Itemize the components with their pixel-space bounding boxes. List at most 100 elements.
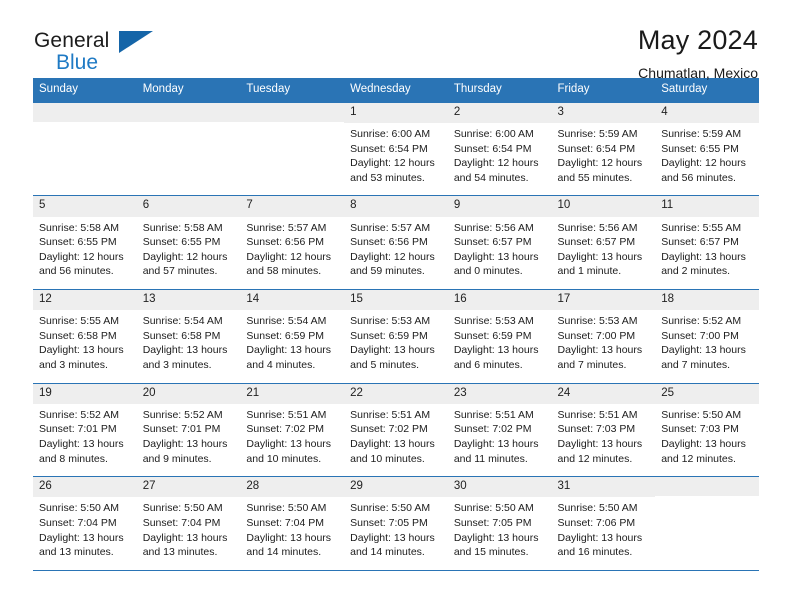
day-details: Sunrise: 5:50 AM Sunset: 7:04 PM Daylight:… (240, 497, 344, 569)
sunrise-text: Sunrise: 5:52 AM (661, 315, 742, 328)
day-details: Sunrise: 5:55 AM Sunset: 6:57 PM Daylight:… (655, 217, 759, 289)
day-details: Sunrise: 5:53 AM Sunset: 7:00 PM Daylight:… (552, 310, 656, 382)
day-cell[interactable]: 2 Sunrise: 6:00 AM Sunset: 6:54 PM Daylight… (447, 102, 552, 197)
sunrise-text: Sunrise: 5:59 AM (557, 128, 638, 141)
day-cell[interactable]: 17 Sunrise: 5:53 AM Sunset: 7:00 PM Dayligh… (551, 289, 656, 384)
day-cell[interactable] (136, 102, 241, 197)
day-number: 2 (447, 102, 552, 124)
day-cell[interactable]: 14 Sunrise: 5:54 AM Sunset: 6:59 PM Dayligh… (240, 289, 345, 384)
sunrise-text: Sunrise: 5:50 AM (142, 502, 223, 515)
day-cell[interactable]: 4 Sunrise: 5:59 AM Sunset: 6:55 PM Daylight… (655, 102, 759, 197)
day-cell[interactable]: 5 Sunrise: 5:58 AM Sunset: 6:55 PM Daylight… (33, 195, 137, 290)
day-details: Sunrise: 5:59 AM Sunset: 6:55 PM Daylight:… (655, 123, 759, 195)
daylight-text-line2: and 6 minutes. (453, 358, 523, 371)
daylight-text-line2: and 9 minutes. (142, 452, 212, 465)
sunset-text: Sunset: 7:04 PM (246, 516, 325, 529)
day-details (655, 496, 759, 558)
daylight-text-line2: and 12 minutes. (557, 452, 633, 465)
daylight-text-line2: and 7 minutes. (557, 358, 627, 371)
weekday-header-thursday: Thursday (447, 78, 552, 103)
day-number: 3 (551, 102, 656, 124)
day-cell[interactable]: 30 Sunrise: 5:50 AM Sunset: 7:05 PM Dayligh… (447, 476, 552, 571)
weekday-header-friday: Friday (551, 78, 656, 103)
day-cell[interactable]: 23 Sunrise: 5:51 AM Sunset: 7:02 PM Dayligh… (447, 383, 552, 478)
sunrise-text: Sunrise: 5:57 AM (246, 221, 327, 234)
sunrise-text: Sunrise: 5:55 AM (39, 315, 119, 328)
day-details: Sunrise: 5:51 AM Sunset: 7:02 PM Daylight:… (448, 404, 552, 476)
daylight-text-line1: Daylight: 13 hours (557, 250, 643, 263)
day-cell[interactable]: 19 Sunrise: 5:52 AM Sunset: 7:01 PM Dayligh… (33, 383, 137, 478)
day-cell[interactable]: 25 Sunrise: 5:50 AM Sunset: 7:03 PM Dayligh… (655, 383, 759, 478)
day-cell[interactable]: 29 Sunrise: 5:50 AM Sunset: 7:05 PM Dayligh… (344, 476, 448, 571)
day-cell[interactable]: 3 Sunrise: 5:59 AM Sunset: 6:54 PM Daylight… (551, 102, 656, 197)
sunset-text: Sunset: 6:58 PM (39, 329, 117, 342)
sunset-text: Sunset: 7:02 PM (453, 423, 532, 436)
daylight-text-line1: Daylight: 13 hours (246, 531, 332, 544)
day-cell[interactable]: 18 Sunrise: 5:52 AM Sunset: 7:00 PM Dayligh… (655, 289, 759, 384)
day-cell[interactable]: 9 Sunrise: 5:56 AM Sunset: 6:57 PM Daylight… (447, 195, 552, 290)
day-cell[interactable] (655, 476, 759, 571)
sunrise-text: Sunrise: 5:53 AM (350, 315, 431, 328)
sunset-text: Sunset: 7:02 PM (350, 423, 428, 436)
day-cell[interactable]: 12 Sunrise: 5:55 AM Sunset: 6:58 PM Dayligh… (33, 289, 137, 384)
day-number: 22 (344, 383, 448, 404)
day-cell[interactable]: 22 Sunrise: 5:51 AM Sunset: 7:02 PM Dayligh… (344, 383, 448, 478)
day-cell[interactable]: 10 Sunrise: 5:56 AM Sunset: 6:57 PM Dayligh… (551, 195, 656, 290)
day-cell[interactable] (240, 102, 345, 197)
day-details: Sunrise: 5:50 AM Sunset: 7:03 PM Daylight:… (655, 404, 759, 476)
sunrise-text: Sunrise: 5:52 AM (142, 408, 223, 421)
day-cell[interactable]: 13 Sunrise: 5:54 AM Sunset: 6:58 PM Dayligh… (136, 289, 241, 384)
day-details: Sunrise: 5:50 AM Sunset: 7:05 PM Daylight:… (344, 497, 448, 569)
sunrise-text: Sunrise: 5:52 AM (39, 408, 119, 421)
day-details: Sunrise: 5:54 AM Sunset: 6:58 PM Daylight:… (137, 310, 241, 382)
day-cell[interactable]: 16 Sunrise: 5:53 AM Sunset: 6:59 PM Dayligh… (447, 289, 552, 384)
logo-triangle-icon (119, 31, 153, 53)
day-cell[interactable]: 11 Sunrise: 5:55 AM Sunset: 6:57 PM Dayligh… (655, 195, 759, 290)
day-number: 30 (447, 477, 552, 498)
day-cell[interactable] (33, 102, 137, 197)
daylight-text-line1: Daylight: 13 hours (39, 344, 124, 357)
day-cell[interactable]: 15 Sunrise: 5:53 AM Sunset: 6:59 PM Dayligh… (344, 289, 448, 384)
day-cell[interactable]: 28 Sunrise: 5:50 AM Sunset: 7:04 PM Dayligh… (240, 476, 345, 571)
daylight-text-line1: Daylight: 13 hours (453, 437, 539, 450)
sunset-text: Sunset: 6:59 PM (350, 329, 428, 342)
day-cell[interactable]: 24 Sunrise: 5:51 AM Sunset: 7:03 PM Dayligh… (551, 383, 656, 478)
day-cell[interactable]: 1 Sunrise: 6:00 AM Sunset: 6:54 PM Daylight… (344, 102, 448, 197)
daylight-text-line2: and 4 minutes. (246, 358, 316, 371)
day-details: Sunrise: 6:00 AM Sunset: 6:54 PM Daylight:… (448, 123, 552, 195)
day-number: 20 (136, 383, 241, 404)
day-details: Sunrise: 5:56 AM Sunset: 6:57 PM Daylight:… (552, 217, 656, 289)
day-details: Sunrise: 5:53 AM Sunset: 6:59 PM Daylight:… (344, 310, 448, 382)
daylight-text-line2: and 16 minutes. (557, 546, 633, 559)
day-cell[interactable]: 6 Sunrise: 5:58 AM Sunset: 6:55 PM Daylight… (136, 195, 241, 290)
sunset-text: Sunset: 6:57 PM (557, 236, 636, 249)
sunset-text: Sunset: 7:05 PM (453, 516, 532, 529)
daylight-text-line2: and 14 minutes. (246, 546, 322, 559)
title-block: May 2024 Chumatlan, Mexico (637, 25, 758, 81)
page-title: May 2024 (637, 25, 758, 55)
sunrise-text: Sunrise: 5:53 AM (453, 315, 534, 328)
sunrise-text: Sunrise: 5:59 AM (661, 128, 742, 141)
day-cell[interactable]: 27 Sunrise: 5:50 AM Sunset: 7:04 PM Dayligh… (136, 476, 241, 571)
day-cell[interactable]: 31 Sunrise: 5:50 AM Sunset: 7:06 PM Dayligh… (551, 476, 656, 571)
day-number: 4 (655, 102, 759, 124)
day-details: Sunrise: 5:50 AM Sunset: 7:04 PM Daylight:… (33, 497, 137, 569)
day-cell[interactable]: 26 Sunrise: 5:50 AM Sunset: 7:04 PM Dayligh… (33, 476, 137, 571)
general-blue-logo[interactable]: General Blue (34, 26, 164, 82)
day-cell[interactable]: 21 Sunrise: 5:51 AM Sunset: 7:02 PM Dayligh… (240, 383, 345, 478)
daylight-text-line1: Daylight: 12 hours (453, 157, 539, 170)
day-number: 24 (551, 383, 656, 404)
page-header: General Blue May 2024 Chumatlan, Mexico (0, 0, 792, 81)
daylight-text-line2: and 12 minutes. (661, 452, 736, 465)
day-number: 6 (136, 196, 241, 217)
daylight-text-line1: Daylight: 13 hours (246, 344, 332, 357)
day-cell[interactable]: 8 Sunrise: 5:57 AM Sunset: 6:56 PM Daylight… (344, 195, 448, 290)
day-details: Sunrise: 5:52 AM Sunset: 7:00 PM Daylight:… (655, 310, 759, 382)
day-cell[interactable]: 20 Sunrise: 5:52 AM Sunset: 7:01 PM Dayligh… (136, 383, 241, 478)
calendar-week-row: 26 Sunrise: 5:50 AM Sunset: 7:04 PM Dayligh… (33, 476, 759, 571)
daylight-text-line1: Daylight: 12 hours (142, 250, 228, 263)
daylight-text-line2: and 59 minutes. (350, 265, 425, 278)
sunset-text: Sunset: 6:57 PM (661, 236, 739, 249)
sunset-text: Sunset: 7:06 PM (557, 516, 636, 529)
day-cell[interactable]: 7 Sunrise: 5:57 AM Sunset: 6:56 PM Daylight… (240, 195, 345, 290)
